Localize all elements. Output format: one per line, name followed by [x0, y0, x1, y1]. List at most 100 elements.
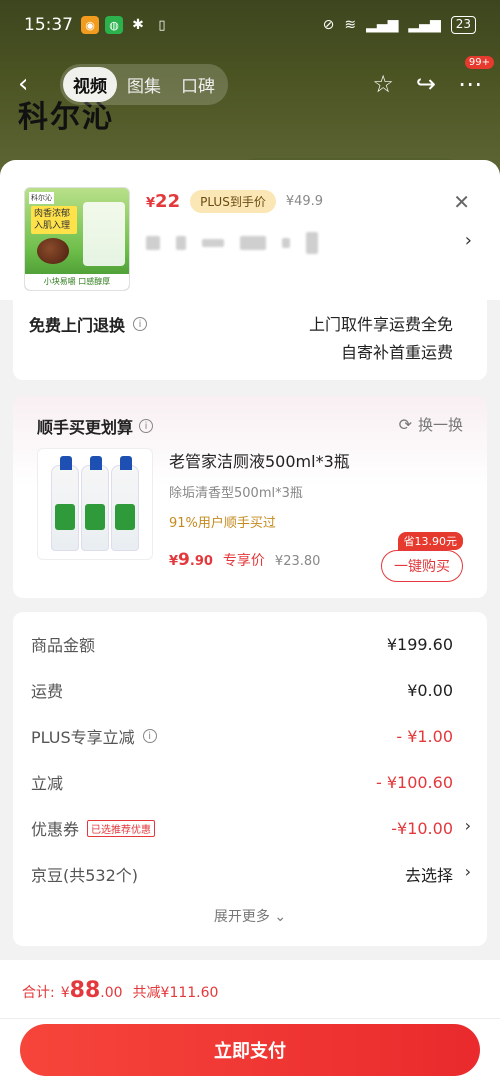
- tab-reviews[interactable]: 口碑: [171, 67, 225, 102]
- checkout-footer: 合计: ¥88.00 共减¥111.60 立即支付: [0, 960, 500, 1080]
- addon-title-text: 顺手买更划算: [37, 418, 134, 437]
- product-image-brand: 科尔沁: [29, 192, 54, 204]
- summary-row-coupon[interactable]: 优惠券 已选推荐优惠 -¥10.00: [31, 816, 453, 840]
- info-icon[interactable]: i: [133, 317, 148, 331]
- total-line: 合计: ¥88.00 共减¥111.60: [22, 978, 218, 1003]
- redacted-block: [282, 238, 290, 248]
- one-click-buy-button[interactable]: 一键购买: [381, 550, 463, 582]
- share-icon[interactable]: ↪: [416, 70, 436, 98]
- signal-icon-2: ▂▄▆: [408, 17, 441, 33]
- bottle-image: [111, 456, 139, 551]
- back-arrow-icon[interactable]: ‹: [18, 69, 50, 99]
- free-return-line1: 上门取件享运费全免: [308, 315, 453, 334]
- more-icon[interactable]: ⋯: [458, 70, 482, 98]
- free-return-details: 上门取件享运费全免 自寄补首重运费: [309, 311, 453, 367]
- addon-product-image[interactable]: [37, 448, 153, 560]
- swap-label: 换一换: [417, 416, 463, 434]
- free-return-title-text: 免费上门退换: [29, 316, 126, 335]
- summary-row-subtotal: 商品金额 ¥199.60: [31, 632, 453, 656]
- save-badge: 省13.90元: [397, 532, 463, 550]
- nav-actions: ☆ ↪ ⋯ 99+: [372, 56, 494, 98]
- product-image-package: [83, 202, 125, 266]
- exclusive-price-label: 专享价: [222, 553, 265, 569]
- signal-icon: ▂▄▆: [366, 17, 399, 33]
- summary-label-text: 优惠券: [31, 820, 80, 839]
- product-image-food: [37, 238, 69, 264]
- status-bar: 15:37 ◉ ◍ ✱ ▯ ⊘ ≋ ▂▄▆ ▂▄▆ 23: [0, 0, 500, 50]
- total-amount: ¥88.00: [60, 978, 123, 1003]
- bottle-image: [81, 456, 109, 551]
- free-return-card: 免费上门退换 i 上门取件享运费全免 自寄补首重运费: [13, 300, 487, 380]
- addon-card: 顺手买更划算 i ⟳ 换一换 老管家洁厕液500ml*3瓶 除垢清香型500ml…: [13, 396, 487, 598]
- summary-label: 立减: [31, 774, 64, 793]
- chevron-right-icon[interactable]: ›: [465, 862, 471, 881]
- addon-price: ¥9.90: [169, 550, 213, 570]
- product-price-line: ¥22 PLUS到手价 ¥49.9: [146, 190, 323, 213]
- vibrate-icon: ▯: [158, 17, 166, 33]
- total-saved: 共减¥111.60: [132, 985, 219, 1001]
- price-summary-card: 商品金额 ¥199.60 运费 ¥0.00 PLUS专享立减 i - ¥1.00…: [13, 612, 487, 946]
- mute-icon: ⊘: [322, 17, 335, 33]
- status-notification-icons: ◉ ◍ ✱ ▯: [81, 16, 171, 34]
- product-thumbnail[interactable]: 科尔沁 肉香浓郁 入肌入理 小块易嚼 口感醇厚: [24, 187, 130, 291]
- swap-button[interactable]: ⟳ 换一换: [399, 414, 463, 435]
- summary-value: - ¥1.00: [396, 726, 453, 746]
- addon-price-row: ¥9.90 专享价 ¥23.80: [169, 550, 320, 570]
- addon-title: 顺手买更划算 i: [37, 414, 154, 438]
- product-original-price: ¥49.9: [285, 194, 324, 209]
- redacted-block: [306, 232, 318, 254]
- summary-label: 京豆(共532个): [31, 866, 139, 885]
- summary-value: 去选择: [404, 866, 453, 885]
- chevron-down-icon: ⌄: [274, 909, 287, 925]
- product-image-caption: 小块易嚼 口感醇厚: [25, 274, 129, 290]
- addon-product-name[interactable]: 老管家洁厕液500ml*3瓶: [169, 448, 350, 472]
- product-price: ¥22: [146, 191, 181, 212]
- expand-more-button[interactable]: 展开更多 ⌄: [13, 906, 487, 926]
- addon-original-price: ¥23.80: [274, 554, 321, 569]
- summary-value: ¥199.60: [386, 634, 453, 654]
- summary-label: PLUS专享立减 i: [31, 724, 157, 748]
- free-return-line2: 自寄补首重运费: [340, 343, 453, 362]
- product-spec-redacted[interactable]: [146, 232, 318, 254]
- summary-value: ¥0.00: [407, 680, 453, 700]
- pay-now-button[interactable]: 立即支付: [20, 1024, 480, 1076]
- status-system-icons: ⊘ ≋ ▂▄▆ ▂▄▆ 23: [323, 16, 476, 34]
- summary-value: - ¥100.60: [375, 772, 453, 792]
- redacted-block: [176, 236, 186, 250]
- summary-label: 优惠券 已选推荐优惠: [31, 816, 156, 840]
- redacted-block: [240, 236, 266, 250]
- wifi-icon: ≋: [344, 17, 357, 33]
- total-label: 合计:: [22, 985, 55, 1001]
- summary-label: 运费: [31, 682, 64, 701]
- status-time: 15:37: [24, 15, 73, 35]
- info-icon[interactable]: i: [139, 419, 154, 433]
- chevron-right-icon[interactable]: ›: [465, 230, 472, 251]
- message-badge: 99+: [464, 56, 494, 69]
- close-icon[interactable]: ✕: [453, 190, 470, 214]
- summary-label: 商品金额: [31, 636, 96, 655]
- summary-row-instant-discount: 立减 - ¥100.60: [31, 770, 453, 794]
- free-return-title: 免费上门退换 i: [29, 312, 148, 336]
- star-icon[interactable]: ☆: [372, 70, 394, 98]
- summary-row-plus-discount: PLUS专享立减 i - ¥1.00: [31, 724, 453, 748]
- wechat-icon: ◍: [105, 16, 123, 34]
- summary-row-jingdou[interactable]: 京豆(共532个) 去选择: [31, 862, 453, 886]
- checkout-sheet: 科尔沁 肉香浓郁 入肌入理 小块易嚼 口感醇厚 ¥22 PLUS到手价 ¥49.…: [0, 160, 500, 1080]
- addon-buyers-rate: 91%用户顺手买过: [169, 516, 276, 531]
- summary-row-shipping: 运费 ¥0.00: [31, 678, 453, 702]
- battery-icon: 23: [450, 16, 476, 34]
- plus-price-tag: PLUS到手价: [190, 190, 276, 213]
- summary-label-text: PLUS专享立减: [31, 728, 135, 747]
- chevron-right-icon[interactable]: ›: [465, 816, 471, 835]
- footer-divider: [0, 1018, 500, 1019]
- tab-gallery[interactable]: 图集: [117, 67, 171, 102]
- redacted-block: [146, 236, 160, 250]
- product-image-slogan: 肉香浓郁 入肌入理: [31, 206, 77, 234]
- bluetooth-icon: ✱: [132, 17, 144, 33]
- tab-video[interactable]: 视频: [63, 66, 117, 102]
- info-icon[interactable]: i: [142, 729, 157, 743]
- expand-more-label: 展开更多: [213, 909, 270, 925]
- top-nav-bar: ‹ 视频 图集 口碑 ☆ ↪ ⋯ 99+: [0, 56, 500, 106]
- bottle-image: [51, 456, 79, 551]
- summary-value: -¥10.00: [391, 818, 453, 838]
